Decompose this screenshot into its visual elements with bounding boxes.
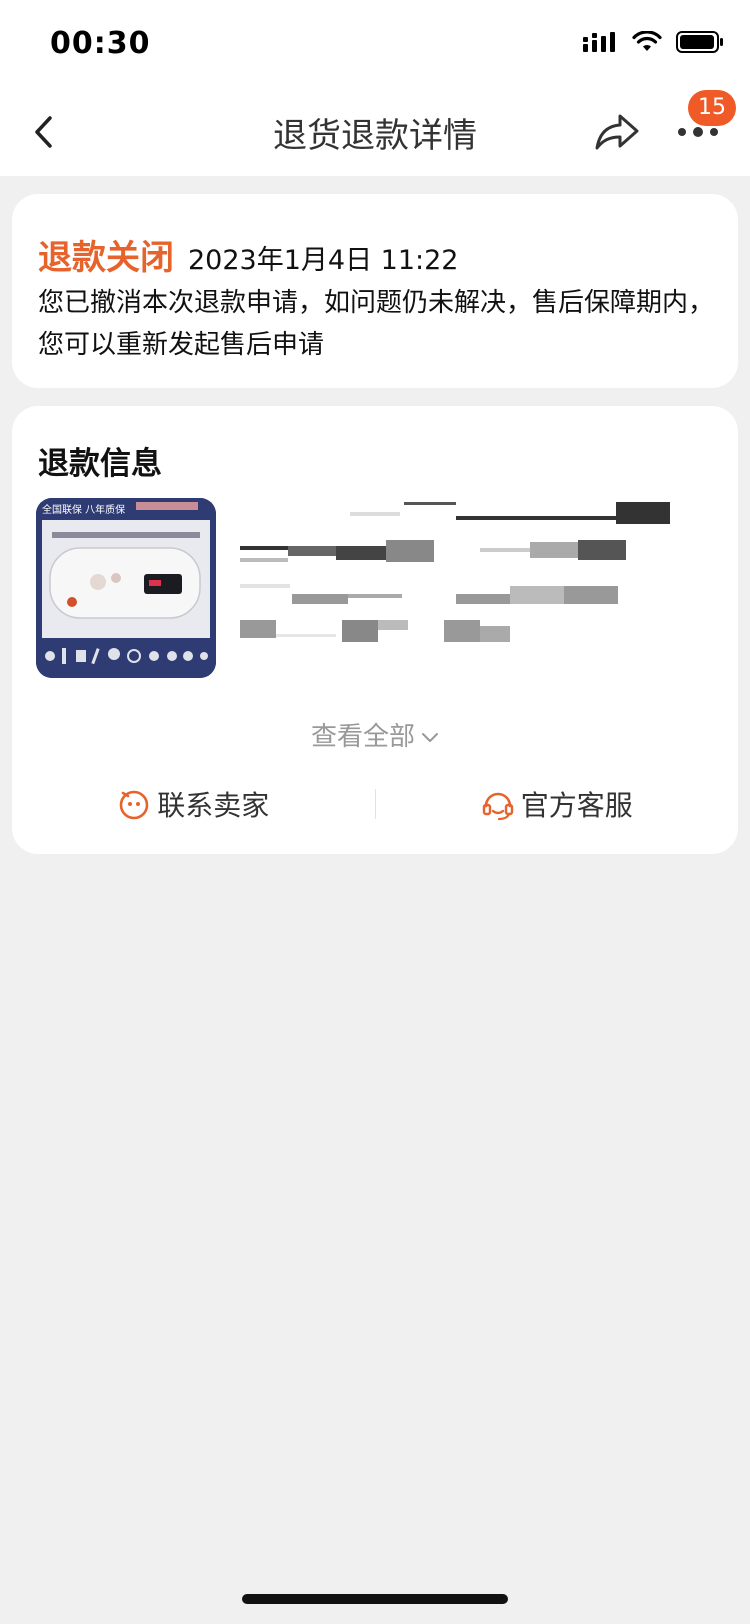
refund-info-card: 退款信息 全国联保 八年质保 查看全部 联系卖家 官方客服 xyxy=(12,406,738,854)
product-image-label: 全国联保 八年质保 xyxy=(42,503,125,516)
product-image[interactable]: 全国联保 八年质保 xyxy=(36,498,216,678)
refund-info-title: 退款信息 xyxy=(38,446,162,482)
cellular-signal-icon xyxy=(583,32,615,52)
refund-status-card: 退款关闭 2023年1月4日 11:22 您已撤消本次退款申请，如问题仍未解决，… xyxy=(12,194,738,388)
battery-icon xyxy=(676,31,723,53)
refund-status-title: 退款关闭 xyxy=(38,238,174,278)
message-count-badge: 15 xyxy=(688,90,736,126)
official-service-label: 官方客服 xyxy=(520,789,633,822)
product-title-pixelated xyxy=(240,502,670,642)
chevron-down-icon xyxy=(422,732,438,742)
status-time: 00:30 xyxy=(50,26,151,61)
view-all-label: 查看全部 xyxy=(310,722,415,752)
refund-status-description: 您已撤消本次退款申请，如问题仍未解决，售后保障期内，您可以重新发起售后申请 xyxy=(38,288,715,360)
share-icon xyxy=(595,114,639,150)
refund-status-time: 2023年1月4日 11:22 xyxy=(188,245,459,276)
seller-chat-icon xyxy=(119,790,149,820)
status-icons xyxy=(582,30,724,54)
contact-seller-button[interactable]: 联系卖家 xyxy=(12,778,375,830)
contact-seller-label: 联系卖家 xyxy=(157,789,270,822)
view-all-button[interactable]: 查看全部 xyxy=(12,716,738,753)
action-row: 联系卖家 官方客服 xyxy=(12,778,738,830)
wifi-icon xyxy=(632,31,662,51)
water-heater-image: 全国联保 八年质保 xyxy=(36,498,216,678)
status-line: 退款关闭 2023年1月4日 11:22 xyxy=(38,230,458,279)
share-button[interactable] xyxy=(592,108,642,156)
nav-bar: 退货退款详情 15 xyxy=(0,88,750,176)
status-bar: 00:30 xyxy=(0,0,750,88)
more-dots-icon xyxy=(678,127,718,137)
home-indicator xyxy=(242,1594,508,1604)
official-service-button[interactable]: 官方客服 xyxy=(376,778,739,830)
headset-icon xyxy=(482,792,513,821)
